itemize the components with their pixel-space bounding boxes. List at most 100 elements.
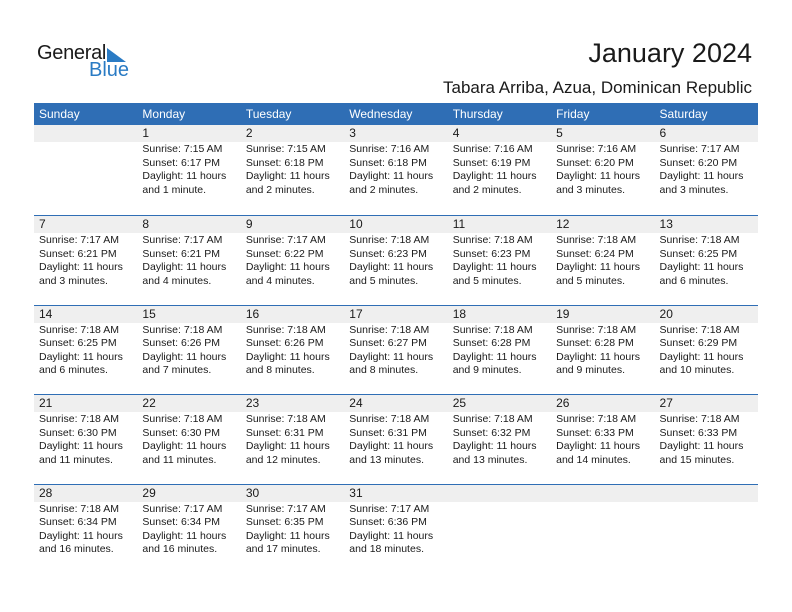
daylight-minutes-text: and 13 minutes. [349,453,424,466]
daylight-text: Daylight: 11 hours [556,350,640,363]
day-cell: Sunrise: 7:18 AM Sunset: 6:24 PM Daylight:… [551,233,654,288]
page-title: January 2024 [588,38,752,68]
weekday-header-saturday: Saturday [659,107,708,121]
sunset-text: Sunset: 6:33 PM [659,426,738,439]
daylight-minutes-text: and 9 minutes. [452,364,522,376]
sunset-text: Sunset: 6:31 PM [349,426,427,439]
day-cell: Sunrise: 7:16 AM Sunset: 6:18 PM Daylight:… [344,142,447,197]
daylight-minutes-text: and 5 minutes. [556,274,625,287]
weekday-header-thursday: Thursday [452,107,503,121]
sunset-text: Sunset: 6:24 PM [556,247,634,260]
sunrise-text: Sunrise: 7:18 AM [556,323,637,336]
daylight-minutes-text: and 2 minutes. [245,183,315,196]
daylight-minutes-text: and 16 minutes. [39,543,114,555]
daylight-minutes-text: and 11 minutes. [142,453,217,466]
sunset-text: Sunset: 6:26 PM [142,337,221,349]
daylight-text: Daylight: 11 hours [39,261,123,273]
daylight-text: Daylight: 11 hours [142,170,227,182]
day-number: 5 [556,126,563,140]
day-cell: Sunrise: 7:17 AM Sunset: 6:35 PM Daylight:… [241,502,344,557]
daylight-text: Daylight: 11 hours [245,440,330,452]
day-number: 9 [245,217,253,231]
daylight-text: Daylight: 11 hours [349,350,434,363]
daylight-minutes-text: and 4 minutes. [245,274,315,287]
sunset-text: Sunset: 6:29 PM [659,337,738,349]
day-number: 11 [452,217,466,231]
day-number: 21 [39,396,53,410]
daylight-text: Daylight: 11 hours [349,261,434,273]
daylight-text: Daylight: 11 hours [659,170,744,182]
daylight-minutes-text: and 1 minute. [142,183,207,196]
sunrise-text: Sunrise: 7:18 AM [452,413,533,425]
sunset-text: Sunset: 6:34 PM [142,516,221,528]
sunset-text: Sunset: 6:19 PM [452,156,531,169]
day-cell: Sunrise: 7:18 AM Sunset: 6:25 PM Daylight:… [34,323,137,378]
daylight-minutes-text: and 9 minutes. [556,364,625,376]
empty-day [448,485,551,502]
weekday-header-monday: Monday [142,107,186,121]
sunrise-text: Sunrise: 7:16 AM [452,143,533,155]
empty-day [655,485,758,502]
day-info-row: Sunrise: 7:17 AM Sunset: 6:21 PM Daylight:… [34,233,758,288]
calendar-grid: Sunday Monday Tuesday Wednesday Thursday Frid… [34,103,758,573]
sunrise-text: Sunrise: 7:15 AM [245,143,326,155]
daylight-minutes-text: and 5 minutes. [349,274,419,287]
daylight-minutes-text: and 13 minutes. [452,453,528,466]
day-cell: Sunrise: 7:18 AM Sunset: 6:25 PM Daylight:… [655,233,758,288]
day-number: 14 [39,306,53,321]
week-row: 14 15 16 17 18 19 20 Sunrise: 7:18 AM Sunset: 6:… [34,304,758,395]
sunrise-text: Sunrise: 7:17 AM [39,234,119,246]
daylight-minutes-text: and 6 minutes. [39,364,108,376]
daylight-text: Daylight: 11 hours [142,440,227,452]
day-number: 3 [349,126,356,140]
daylight-text: Daylight: 11 hours [245,350,330,363]
daylight-text: Daylight: 11 hours [349,529,434,542]
sunrise-text: Sunrise: 7:18 AM [349,413,430,425]
sunset-text: Sunset: 6:30 PM [142,426,221,439]
location-subtitle: Tabara Arriba, Azua, Dominican Republic [443,78,752,97]
day-number: 24 [349,396,363,410]
day-cell: Sunrise: 7:16 AM Sunset: 6:19 PM Daylight:… [448,142,551,197]
day-info-row: Sunrise: 7:15 AM Sunset: 6:17 PM Daylight:… [34,142,758,197]
week-row: 21 22 23 24 25 26 27 Sunrise: 7:18 AM Sunset: 6:… [34,394,758,484]
day-number: 8 [142,217,150,231]
day-number: 4 [452,126,460,140]
sunset-text: Sunset: 6:27 PM [349,337,427,349]
day-cell: Sunrise: 7:18 AM Sunset: 6:34 PM Daylight:… [34,502,137,557]
daylight-minutes-text: and 14 minutes. [556,453,631,466]
daylight-text: Daylight: 11 hours [349,440,434,452]
day-cell: Sunrise: 7:16 AM Sunset: 6:20 PM Daylight:… [551,142,654,197]
day-cell: Sunrise: 7:18 AM Sunset: 6:23 PM Daylight:… [344,233,447,288]
sunrise-text: Sunrise: 7:18 AM [659,323,740,336]
sunset-text: Sunset: 6:34 PM [39,516,117,528]
day-number: 20 [659,306,673,321]
day-number-row: 14 15 16 17 18 19 20 [34,305,758,323]
sunset-text: Sunset: 6:23 PM [349,247,427,260]
day-number: 15 [142,306,156,321]
weekday-header-friday: Friday [556,107,590,121]
day-number: 22 [142,396,156,410]
daylight-minutes-text: and 16 minutes. [142,543,218,555]
sunrise-text: Sunrise: 7:18 AM [245,323,326,336]
daylight-minutes-text: and 8 minutes. [349,364,419,376]
daylight-minutes-text: and 8 minutes. [245,364,315,376]
sunset-text: Sunset: 6:20 PM [556,156,634,169]
daylight-minutes-text: and 3 minutes. [39,274,108,287]
sunrise-text: Sunrise: 7:17 AM [349,502,430,515]
day-cell: Sunrise: 7:17 AM Sunset: 6:21 PM Daylight:… [34,233,137,288]
weekday-header-sunday: Sunday [39,107,80,121]
sunrise-text: Sunrise: 7:18 AM [142,323,223,336]
day-number: 2 [245,126,253,140]
day-cell: Sunrise: 7:17 AM Sunset: 6:20 PM Daylight:… [655,142,758,197]
daylight-minutes-text: and 10 minutes. [659,364,735,376]
day-number: 19 [556,306,570,321]
daylight-text: Daylight: 11 hours [556,261,640,273]
day-cell: Sunrise: 7:18 AM Sunset: 6:31 PM Daylight:… [241,412,344,467]
day-number: 30 [245,485,260,500]
day-cell: Sunrise: 7:17 AM Sunset: 6:22 PM Daylight:… [241,233,344,288]
daylight-text: Daylight: 11 hours [556,170,640,182]
daylight-text: Daylight: 11 hours [556,440,640,452]
sunset-text: Sunset: 6:21 PM [142,247,221,260]
sunset-text: Sunset: 6:36 PM [349,516,427,528]
daylight-text: Daylight: 11 hours [245,170,330,182]
